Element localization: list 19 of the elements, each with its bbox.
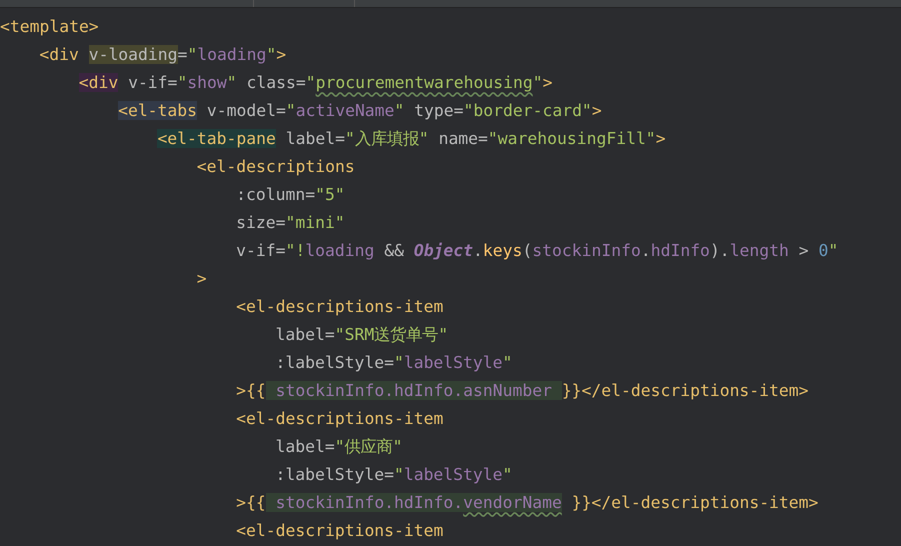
code-line: <div v-if="show" class="procurementwarehousing"> [78,72,552,94]
code-line: :labelStyle="labelStyle" [276,352,512,374]
code-line: >{{ stockinInfo.hdInfo.vendorName }}</el-descriptions-item> [236,492,818,514]
code-line: label="SRM送货单号" [276,324,448,346]
code-line: size="mini" [236,212,345,234]
code-line: >{{ stockinInfo.hdInfo.asnNumber }}</el-descriptions-item> [236,380,809,402]
code-line: label="供应商" [276,436,402,458]
code-line: v-if="!loading && Object.keys(stockinInfo.hdInfo).length > 0" [236,240,838,262]
code-line: :labelStyle="labelStyle" [276,464,512,486]
code-line: <el-tabs v-model="activeName" type="border-card"> [118,100,602,122]
code-line: <el-descriptions-item [236,408,444,430]
code-line: <template> [0,16,99,38]
code-line: <el-descriptions-item [236,296,444,318]
code-line: :column="5" [236,184,345,206]
code-line: > [196,268,207,290]
code-line: <div v-loading="loading"> [39,44,286,66]
code-line: <el-tab-pane label="入库填报" name="warehousingFill"> [157,128,666,150]
code-line: <el-descriptions [196,156,355,178]
code-line: <el-descriptions-item [236,520,444,542]
